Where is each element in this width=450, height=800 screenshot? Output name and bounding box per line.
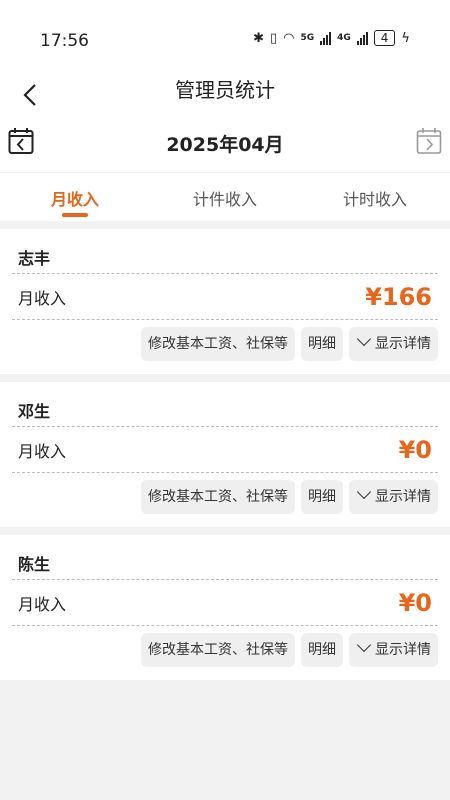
income-amount: ¥0 — [398, 588, 432, 617]
wifi-icon: ◠ — [283, 30, 295, 46]
nav-header: 管理员统计 — [0, 72, 450, 122]
income-label: 月收入 — [18, 594, 67, 614]
page-title: 管理员统计 — [175, 78, 275, 102]
tab-hourly-income[interactable]: 计时收入 — [300, 173, 450, 221]
income-label: 月收入 — [18, 441, 67, 461]
chevron-down-icon — [356, 331, 372, 347]
show-details-label: 显示详情 — [375, 489, 431, 505]
edit-salary-button[interactable]: 修改基本工资、社保等 — [141, 480, 295, 514]
edit-salary-button[interactable]: 修改基本工资、社保等 — [141, 633, 295, 667]
employee-card: 陈生 月收入 ¥0 修改基本工资、社保等 明细 显示详情 — [0, 535, 450, 680]
chevron-down-icon — [356, 637, 372, 653]
detail-button[interactable]: 明细 — [301, 633, 343, 667]
detail-button[interactable]: 明细 — [301, 480, 343, 514]
status-time: 17:56 — [40, 31, 89, 51]
month-selector: 2025年04月 — [0, 122, 450, 172]
calendar-next-icon[interactable] — [416, 127, 442, 155]
signal-icon — [320, 31, 332, 45]
chevron-down-icon — [356, 484, 372, 500]
employee-card: 邓生 月收入 ¥0 修改基本工资、社保等 明细 显示详情 — [0, 382, 450, 527]
income-row: 月收入 ¥166 — [12, 274, 438, 320]
card-actions: 修改基本工资、社保等 明细 显示详情 — [12, 473, 438, 514]
network-type-4g: 4G — [337, 32, 351, 43]
employee-name: 邓生 — [12, 382, 438, 427]
income-tabs: 月收入 计件收入 计时收入 — [0, 172, 450, 221]
income-amount: ¥0 — [398, 435, 432, 464]
vibrate-icon: ▯ — [269, 30, 278, 46]
status-bar: 17:56 ✱ ▯ ◠ 5G 4G 4 ϟ — [0, 0, 450, 72]
battery-icon: 4 — [373, 30, 396, 46]
employee-name: 陈生 — [12, 535, 438, 580]
show-details-label: 显示详情 — [375, 336, 431, 352]
tab-monthly-income[interactable]: 月收入 — [0, 173, 150, 221]
employee-list: 志丰 月收入 ¥166 修改基本工资、社保等 明细 显示详情 邓生 月收入 ¥0… — [0, 229, 450, 680]
divider — [0, 221, 450, 229]
tab-piecework-income[interactable]: 计件收入 — [150, 173, 300, 221]
bluetooth-icon: ✱ — [253, 30, 264, 46]
signal-icon-2 — [356, 31, 368, 45]
show-details-button[interactable]: 显示详情 — [349, 480, 438, 514]
income-row: 月收入 ¥0 — [12, 580, 438, 626]
employee-name: 志丰 — [12, 229, 438, 274]
employee-card: 志丰 月收入 ¥166 修改基本工资、社保等 明细 显示详情 — [0, 229, 450, 374]
edit-salary-button[interactable]: 修改基本工资、社保等 — [141, 327, 295, 361]
income-amount: ¥166 — [365, 282, 432, 311]
show-details-button[interactable]: 显示详情 — [349, 327, 438, 361]
show-details-button[interactable]: 显示详情 — [349, 633, 438, 667]
income-label: 月收入 — [18, 288, 67, 308]
card-actions: 修改基本工资、社保等 明细 显示详情 — [12, 320, 438, 361]
current-month: 2025年04月 — [166, 134, 284, 156]
charging-icon: ϟ — [401, 30, 410, 46]
detail-button[interactable]: 明细 — [301, 327, 343, 361]
card-actions: 修改基本工资、社保等 明细 显示详情 — [12, 626, 438, 667]
status-icons: ✱ ▯ ◠ 5G 4G 4 ϟ — [253, 30, 410, 46]
income-row: 月收入 ¥0 — [12, 427, 438, 473]
show-details-label: 显示详情 — [375, 642, 431, 658]
network-type-5g: 5G — [300, 32, 315, 43]
